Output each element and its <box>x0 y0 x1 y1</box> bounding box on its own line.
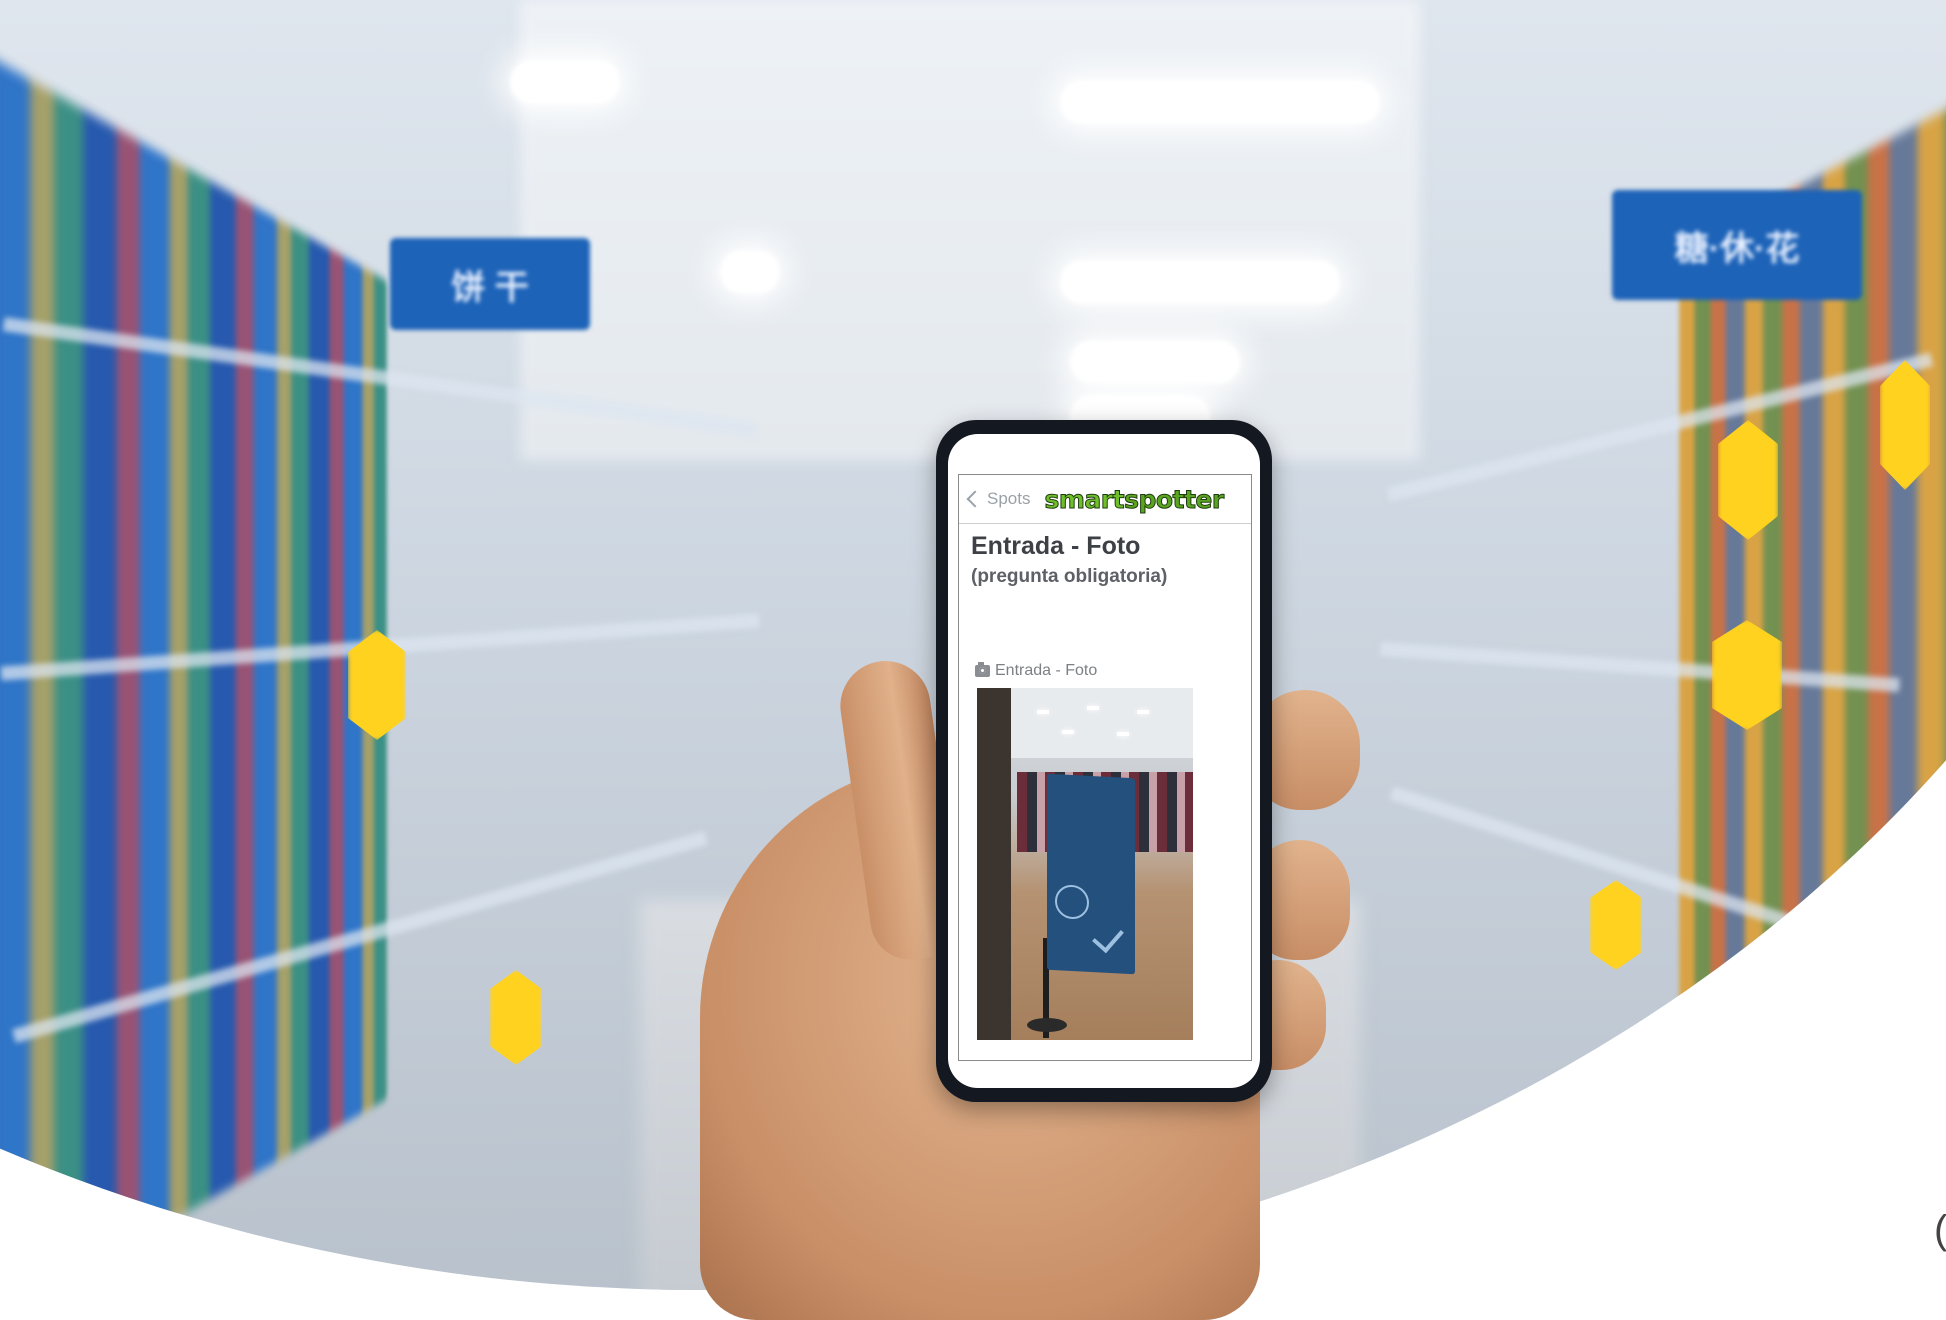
price-tag <box>1590 880 1642 970</box>
aisle-sign-left: 饼 干 <box>390 238 590 330</box>
photo-entrance-sign <box>1047 773 1135 975</box>
price-tag <box>1880 360 1930 490</box>
phone-screen: Spots smartspotter Entrada - Foto (pregu… <box>948 434 1260 1088</box>
photo-door-frame <box>977 688 1011 1040</box>
photo-stanchion-base <box>1027 1018 1067 1032</box>
ceiling-light <box>510 60 620 104</box>
photo-lamp <box>1117 732 1129 736</box>
question-title: Entrada - Foto <box>971 532 1141 560</box>
price-tag <box>1712 620 1782 730</box>
photo-thumbnail[interactable] <box>977 688 1193 1040</box>
photo-field-label: Entrada - Foto <box>975 662 1097 680</box>
photo-field-label-text: Entrada - Foto <box>995 662 1098 679</box>
photo-lamp <box>1087 706 1099 710</box>
back-button[interactable]: Spots <box>965 489 1030 509</box>
back-label: Spots <box>987 489 1031 508</box>
price-tag <box>490 970 542 1065</box>
edge-glyph: ( <box>1934 1208 1946 1252</box>
chevron-left-icon <box>966 490 984 508</box>
ceiling-light <box>720 250 780 294</box>
smartphone: Spots smartspotter Entrada - Foto (pregu… <box>936 420 1272 1102</box>
check-icon <box>1092 920 1124 954</box>
mask-icon <box>1055 884 1089 920</box>
price-tag <box>348 630 406 740</box>
question-panel: Entrada - Foto (pregunta obligatoria) En… <box>958 522 1252 1061</box>
price-tag <box>1718 420 1778 540</box>
ceiling-light <box>1070 340 1240 384</box>
question-subtitle: (pregunta obligatoria) <box>971 566 1168 587</box>
photo-lamp <box>1137 710 1149 714</box>
ceiling-light <box>1060 80 1380 124</box>
app-header: Spots smartspotter <box>958 474 1252 524</box>
smartspotter-logo: smartspotter <box>1044 484 1225 514</box>
ceiling <box>520 0 1420 460</box>
ceiling-light <box>1060 260 1340 304</box>
aisle-sign-right: 糖·休·花 <box>1612 190 1862 300</box>
camera-icon <box>975 662 990 677</box>
photo-lamp <box>1037 710 1049 714</box>
photo-lamp <box>1062 730 1074 734</box>
